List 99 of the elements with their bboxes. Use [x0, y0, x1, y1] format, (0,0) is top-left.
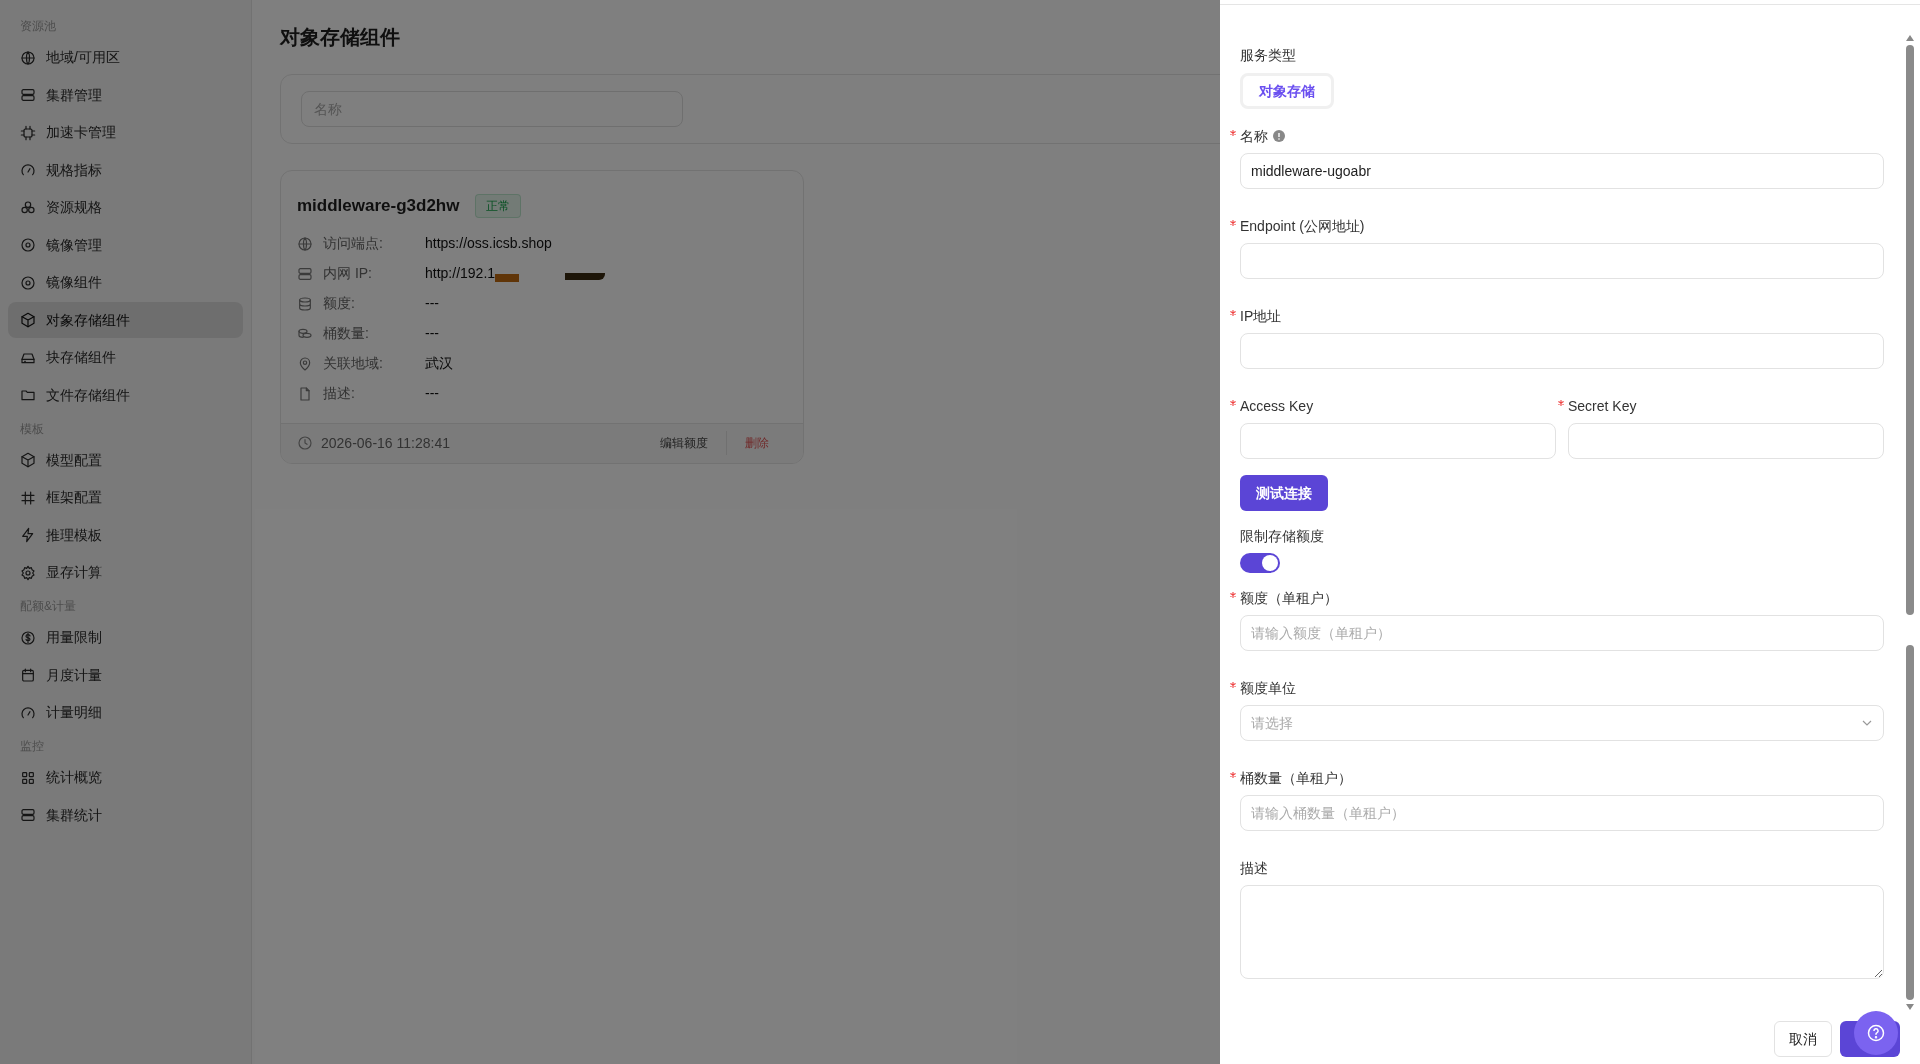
field-label: 额度（单租户）	[1240, 588, 1338, 608]
clock-icon	[297, 435, 313, 451]
sidebar-item[interactable]: 月度计量	[8, 657, 243, 693]
field-value: ---	[425, 324, 439, 343]
field-value: 武汉	[425, 354, 453, 373]
field-value: ---	[425, 384, 439, 403]
required-mark-icon	[1230, 772, 1236, 778]
field-label: 桶数量（单租户）	[1240, 768, 1352, 788]
sidebar-item[interactable]: 镜像组件	[8, 264, 243, 301]
field-label: Secret Key	[1568, 396, 1637, 416]
field-value: http://192.1	[425, 264, 496, 283]
required-mark-icon	[1230, 220, 1236, 226]
sidebar-item[interactable]: 推理模板	[8, 517, 243, 553]
field-label: 服务类型	[1240, 46, 1297, 65]
required-mark-icon	[1230, 130, 1236, 136]
field-label: 描述:	[323, 384, 356, 403]
disc-icon	[20, 274, 36, 291]
sidebar-item[interactable]: 块存储组件	[8, 339, 243, 376]
card-title: middleware-g3d2hw	[297, 195, 460, 217]
scrollbar[interactable]	[1906, 35, 1914, 1010]
required-mark-icon	[1558, 400, 1564, 406]
globe-icon	[297, 235, 313, 252]
hash-icon	[20, 489, 36, 506]
text-field[interactable]: 请输入桶数量（单租户）	[1240, 795, 1884, 831]
field-label: Access Key	[1240, 396, 1314, 416]
sidebar-item[interactable]: 加速卡管理	[8, 114, 243, 151]
text-field[interactable]: middleware-ugoabr	[1240, 153, 1884, 189]
created-time: 2026-06-16 11:28:41	[321, 433, 451, 453]
bolt-icon	[20, 527, 36, 543]
grid-icon	[20, 769, 36, 786]
sidebar-item[interactable]: 统计概览	[8, 759, 243, 796]
settings-icon	[20, 564, 36, 581]
cube-icon	[20, 312, 36, 328]
field-label: 名称	[1240, 126, 1268, 146]
cube-icon	[20, 452, 36, 468]
gauge-icon	[20, 704, 36, 721]
sidebar-item[interactable]: 集群统计	[8, 797, 243, 833]
sidebar-item[interactable]: 镜像管理	[8, 227, 243, 263]
field-label: 桶数量:	[323, 324, 370, 343]
server-icon	[20, 807, 36, 823]
service-type-option[interactable]: 对象存储	[1240, 73, 1334, 109]
card-action-link[interactable]: 编辑额度	[642, 434, 726, 452]
dollar-icon	[20, 629, 36, 646]
sidebar-item[interactable]: 框架配置	[8, 479, 243, 516]
globe-icon	[20, 49, 36, 66]
sidebar-item[interactable]: 用量限制	[8, 619, 243, 656]
server-icon	[20, 87, 36, 103]
required-mark-icon	[1230, 592, 1236, 598]
sidebar-item[interactable]: 对象存储组件	[8, 302, 243, 338]
field-label: 关联地域:	[323, 354, 384, 373]
redaction-mark	[495, 273, 520, 282]
field-label: 访问端点:	[323, 234, 384, 253]
sidebar-item[interactable]: 资源规格	[8, 189, 243, 226]
disc-icon	[20, 237, 36, 253]
text-field[interactable]	[1240, 333, 1884, 369]
database-icon	[297, 295, 313, 312]
text-field[interactable]: 请输入额度（单租户）	[1240, 615, 1884, 651]
field-label: 额度:	[323, 294, 356, 313]
folder-icon	[20, 387, 36, 403]
card-action-link[interactable]: 删除	[727, 434, 787, 452]
required-mark-icon	[1230, 682, 1236, 688]
info-icon	[1273, 130, 1285, 142]
required-mark-icon	[1230, 400, 1236, 406]
field-label: 内网 IP:	[323, 264, 373, 283]
field-label: 额度单位	[1240, 678, 1296, 698]
text-field[interactable]	[1568, 423, 1884, 459]
cancel-button[interactable]: 取消	[1774, 1021, 1832, 1057]
gauge-icon	[20, 162, 36, 178]
sidebar-item[interactable]: 显存计算	[8, 554, 243, 591]
sidebar-item[interactable]: 集群管理	[8, 77, 243, 113]
redaction-mark	[565, 273, 606, 280]
help-icon	[1866, 1023, 1886, 1043]
test-connection-button[interactable]: 测试连接	[1240, 475, 1328, 511]
sidebar-item[interactable]: 模型配置	[8, 442, 243, 478]
unit-select[interactable]: 请选择	[1240, 705, 1884, 741]
sidebar-item[interactable]: 地域/可用区	[8, 39, 243, 76]
sidebar-item[interactable]: 计量明细	[8, 694, 243, 731]
location-pin-icon	[297, 355, 313, 372]
field-value: https://oss.icsb.shop	[425, 234, 552, 253]
sidebar-item[interactable]: 规格指标	[8, 152, 243, 188]
scroll-up-arrow-icon[interactable]	[1906, 35, 1914, 41]
text-field[interactable]	[1240, 423, 1556, 459]
page-title: 对象存储组件	[280, 25, 401, 50]
field-value: ---	[425, 294, 439, 313]
field-label: Endpoint (公网地址)	[1240, 216, 1365, 236]
chip-icon	[20, 124, 36, 141]
calendar-icon	[20, 667, 36, 683]
field-label: 限制存储额度	[1240, 526, 1324, 546]
file-icon	[297, 385, 313, 402]
server-icon	[297, 265, 313, 282]
scroll-down-arrow-icon[interactable]	[1906, 1004, 1914, 1010]
text-field[interactable]	[1240, 243, 1884, 279]
field-label: 描述	[1240, 858, 1268, 878]
help-button[interactable]	[1854, 1011, 1898, 1055]
required-mark-icon	[1230, 310, 1236, 316]
cubes-icon	[20, 199, 36, 216]
sidebar-item[interactable]: 文件存储组件	[8, 377, 243, 413]
field-label: IP地址	[1240, 306, 1282, 326]
toggle-switch[interactable]	[1240, 553, 1280, 573]
